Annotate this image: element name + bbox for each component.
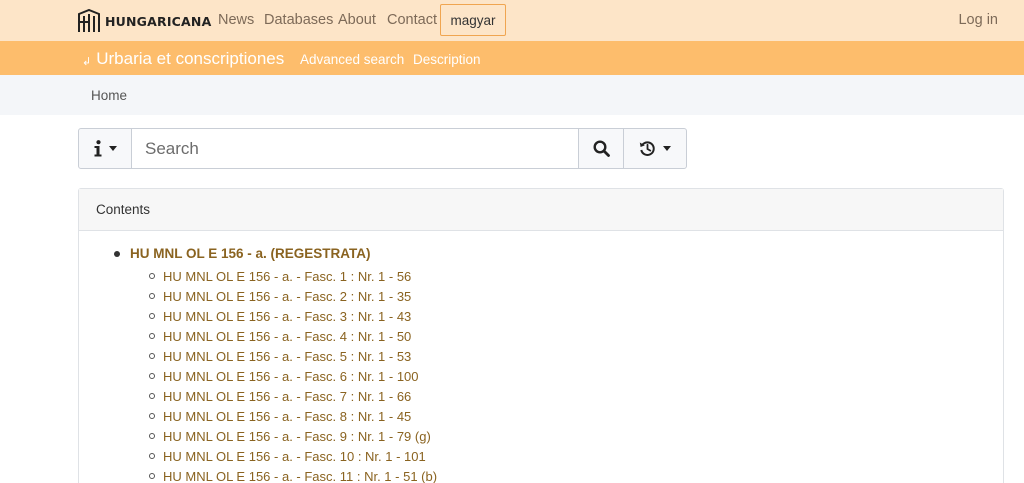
fasc-link[interactable]: HU MNL OL E 156 - a. - Fasc. 6 : Nr. 1 -…	[163, 369, 419, 384]
nav-databases[interactable]: Databases	[264, 12, 333, 28]
list-item: HU MNL OL E 156 - a. - Fasc. 2 : Nr. 1 -…	[149, 286, 437, 306]
nav-contact[interactable]: Contact	[387, 12, 437, 28]
fasc-link[interactable]: HU MNL OL E 156 - a. - Fasc. 2 : Nr. 1 -…	[163, 289, 411, 304]
circle-bullet-icon	[149, 373, 155, 379]
tree-sub-list: HU MNL OL E 156 - a. - Fasc. 1 : Nr. 1 -…	[149, 266, 437, 483]
top-navbar: HUNGARICANA News Databases About Contact…	[0, 0, 1024, 41]
history-dropdown-button[interactable]	[623, 128, 687, 169]
list-item: HU MNL OL E 156 - a. - Fasc. 11 : Nr. 1 …	[149, 466, 437, 483]
fasc-link[interactable]: HU MNL OL E 156 - a. - Fasc. 3 : Nr. 1 -…	[163, 309, 411, 324]
hungaricana-logo[interactable]: HUNGARICANA	[78, 9, 211, 33]
language-button[interactable]: magyar	[440, 4, 506, 36]
nav-about[interactable]: About	[338, 12, 376, 28]
nav-news[interactable]: News	[218, 12, 254, 28]
description-link[interactable]: Description	[413, 52, 481, 67]
brand-name: HUNGARICANA	[105, 13, 212, 29]
tree-root-item: HU MNL OL E 156 - a. (REGESTRATA)	[114, 246, 371, 261]
list-item: HU MNL OL E 156 - a. - Fasc. 1 : Nr. 1 -…	[149, 266, 437, 286]
info-icon	[94, 140, 101, 157]
advanced-search-link[interactable]: Advanced search	[300, 52, 404, 67]
list-item: HU MNL OL E 156 - a. - Fasc. 8 : Nr. 1 -…	[149, 406, 437, 426]
search-button[interactable]	[578, 128, 624, 169]
circle-bullet-icon	[149, 273, 155, 279]
list-item: HU MNL OL E 156 - a. - Fasc. 4 : Nr. 1 -…	[149, 326, 437, 346]
list-item: HU MNL OL E 156 - a. - Fasc. 9 : Nr. 1 -…	[149, 426, 437, 446]
history-icon	[639, 141, 655, 156]
tree-root-link[interactable]: HU MNL OL E 156 - a. (REGESTRATA)	[130, 246, 371, 261]
circle-bullet-icon	[149, 333, 155, 339]
list-item: HU MNL OL E 156 - a. - Fasc. 7 : Nr. 1 -…	[149, 386, 437, 406]
breadcrumb-home[interactable]: Home	[91, 88, 127, 103]
circle-bullet-icon	[149, 313, 155, 319]
contents-header: Contents	[79, 189, 1003, 231]
fasc-link[interactable]: HU MNL OL E 156 - a. - Fasc. 7 : Nr. 1 -…	[163, 389, 411, 404]
search-icon	[592, 140, 610, 157]
fasc-link[interactable]: HU MNL OL E 156 - a. - Fasc. 11 : Nr. 1 …	[163, 469, 437, 483]
circle-bullet-icon	[149, 473, 155, 479]
fasc-link[interactable]: HU MNL OL E 156 - a. - Fasc. 1 : Nr. 1 -…	[163, 269, 411, 284]
search-field[interactable]	[131, 128, 579, 169]
database-title-link[interactable]: ↲ Urbaria et conscriptiones	[82, 49, 284, 69]
list-item: HU MNL OL E 156 - a. - Fasc. 3 : Nr. 1 -…	[149, 306, 437, 326]
language-label: magyar	[450, 12, 496, 28]
bullet-icon	[114, 250, 120, 257]
fasc-link[interactable]: HU MNL OL E 156 - a. - Fasc. 4 : Nr. 1 -…	[163, 329, 411, 344]
contents-card: Contents HU MNL OL E 156 - a. (REGESTRAT…	[78, 188, 1004, 483]
circle-bullet-icon	[149, 453, 155, 459]
circle-bullet-icon	[149, 353, 155, 359]
login-link[interactable]: Log in	[958, 12, 998, 28]
chevron-down-icon	[108, 146, 117, 151]
list-item: HU MNL OL E 156 - a. - Fasc. 5 : Nr. 1 -…	[149, 346, 437, 366]
circle-bullet-icon	[149, 293, 155, 299]
search-input[interactable]	[132, 129, 578, 168]
info-dropdown-button[interactable]	[78, 128, 132, 169]
database-title: Urbaria et conscriptiones	[96, 49, 285, 68]
circle-bullet-icon	[149, 433, 155, 439]
list-item: HU MNL OL E 156 - a. - Fasc. 10 : Nr. 1 …	[149, 446, 437, 466]
back-arrow-icon: ↲	[82, 55, 92, 68]
database-navbar: ↲ Urbaria et conscriptiones Advanced sea…	[0, 41, 1024, 75]
hungaricana-logo-icon	[78, 9, 100, 32]
fasc-link[interactable]: HU MNL OL E 156 - a. - Fasc. 9 : Nr. 1 -…	[163, 429, 431, 444]
circle-bullet-icon	[149, 393, 155, 399]
circle-bullet-icon	[149, 413, 155, 419]
list-item: HU MNL OL E 156 - a. - Fasc. 6 : Nr. 1 -…	[149, 366, 437, 386]
fasc-link[interactable]: HU MNL OL E 156 - a. - Fasc. 5 : Nr. 1 -…	[163, 349, 411, 364]
chevron-down-icon	[663, 146, 671, 151]
fasc-link[interactable]: HU MNL OL E 156 - a. - Fasc. 8 : Nr. 1 -…	[163, 409, 411, 424]
fasc-link[interactable]: HU MNL OL E 156 - a. - Fasc. 10 : Nr. 1 …	[163, 449, 426, 464]
breadcrumb: Home	[0, 75, 1024, 115]
